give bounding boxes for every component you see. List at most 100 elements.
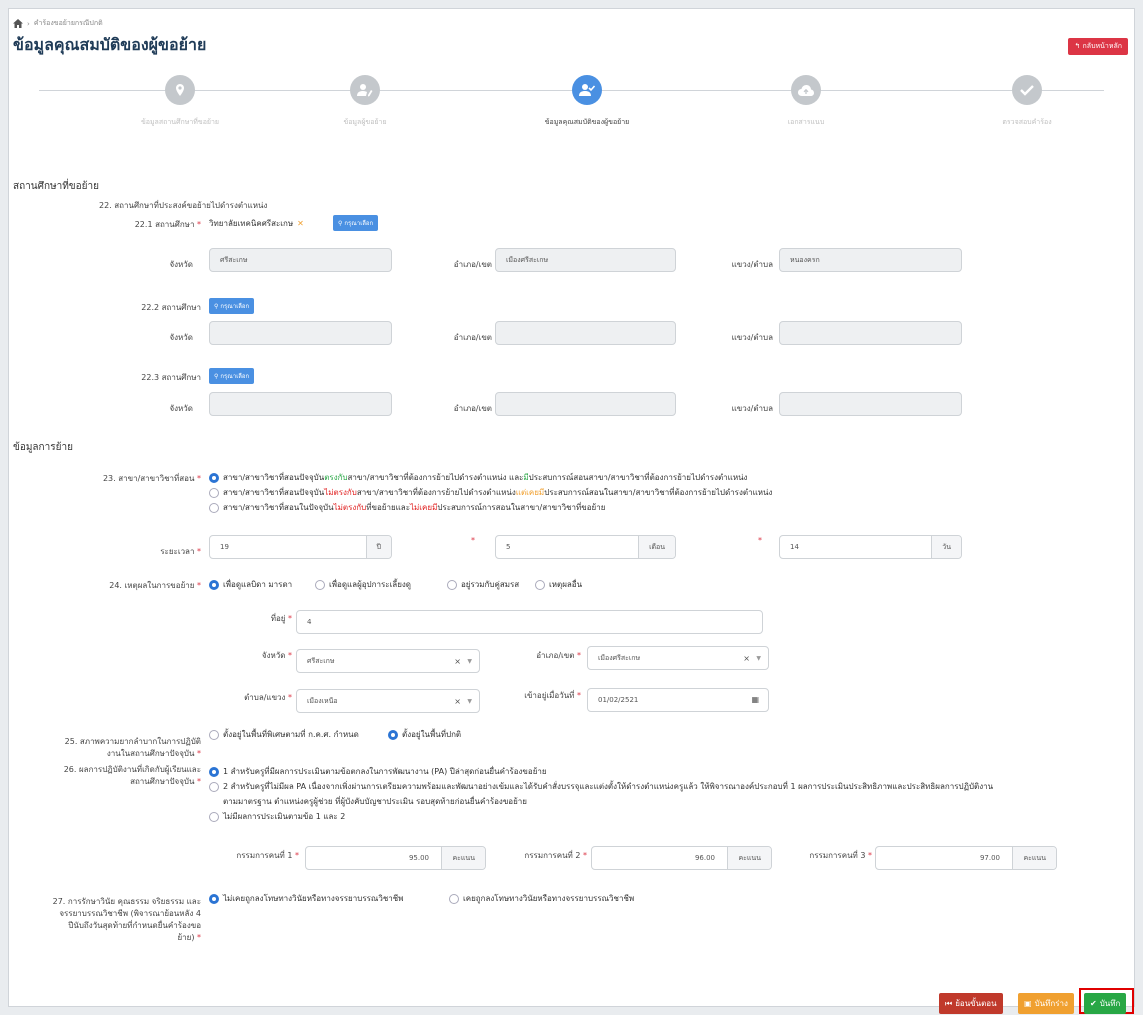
search-icon: ⚲ (214, 372, 219, 380)
breadcrumb-item[interactable]: คำร้องขอย้ายกรณีปกติ (34, 18, 103, 29)
breadcrumb: › คำร้องขอย้ายกรณีปกติ (13, 18, 103, 29)
address-label: ที่อยู่ * (270, 614, 292, 623)
q25-option-normal-area[interactable]: ตั้งอยู่ในพื้นที่ปกติ (388, 728, 461, 741)
q24-option-guardian[interactable]: เพื่อดูแลผู้อุปการะเลี้ยงดู (315, 578, 411, 591)
duration-days-field[interactable]: 14 วัน (779, 535, 962, 559)
judge-3-score-field[interactable]: 97.00 คะแนน (875, 846, 1057, 870)
radio-icon[interactable] (449, 893, 459, 904)
clear-icon[interactable]: × (454, 697, 461, 706)
radio-icon[interactable] (209, 579, 219, 590)
chevron-down-icon[interactable]: ▼ (756, 655, 761, 662)
breadcrumb-separator: › (27, 19, 30, 28)
radio-icon[interactable] (209, 487, 219, 498)
district-select[interactable]: เมืองศรีสะเกษ × ▼ (587, 646, 769, 670)
chevron-down-icon[interactable]: ▼ (467, 658, 472, 665)
section-heading-transfer: ข้อมูลการย้าย (13, 442, 73, 453)
duration-years-field[interactable]: 19 ปี (209, 535, 392, 559)
q27-option-was-punished[interactable]: เคยถูกลงโทษทางวินัยหรือทางจรรยาบรรณวิชาช… (449, 892, 634, 905)
radio-icon[interactable] (209, 472, 219, 483)
school-2-select-button[interactable]: ⚲ กรุณาเลือก (209, 298, 255, 314)
radio-icon[interactable] (388, 729, 398, 740)
radio-icon[interactable] (447, 579, 457, 590)
clear-icon[interactable]: × (454, 657, 461, 666)
radio-icon[interactable] (209, 502, 219, 513)
map-pin-icon (165, 75, 195, 105)
user-edit-icon (350, 75, 380, 105)
chevron-down-icon[interactable]: ▼ (467, 698, 472, 705)
judge-1-label: กรรมการคนที่ 1 * (236, 851, 299, 860)
save-draft-button[interactable]: ▣ บันทึกร่าง (1018, 993, 1074, 1014)
q27-option-never-punished[interactable]: ไม่เคยถูกลงโทษทางวินัยหรือทางจรรยาบรรณวิ… (209, 892, 403, 905)
calendar-icon[interactable]: ▦ (751, 695, 759, 704)
school-2-subdistrict-field (779, 321, 962, 345)
previous-step-button[interactable]: ⏮ ย้อนขั้นตอน (939, 993, 1003, 1014)
user-check-icon (572, 75, 602, 105)
page-title: ข้อมูลคุณสมบัติของผู้ขอย้าย (13, 35, 207, 54)
q22-heading: 22. สถานศึกษาที่ประสงค์ขอย้ายไปดำรงตำแหน… (99, 201, 268, 210)
step-label: ตรวจสอบคำร้อง (1002, 118, 1052, 126)
province-select[interactable]: ศรีสะเกษ × ▼ (296, 649, 480, 673)
school-1-select-button[interactable]: ⚲ กรุณาเลือก (333, 215, 379, 231)
back-arrow-icon: ↰ (1074, 42, 1083, 50)
page-container: › คำร้องขอย้ายกรณีปกติ ข้อมูลคุณสมบัติขอ… (8, 8, 1135, 1014)
school-1-province-field: ศรีสะเกษ (209, 248, 392, 272)
duration-label: ระยะเวลา * (160, 547, 201, 556)
school-1-district-field: เมืองศรีสะเกษ (495, 248, 676, 272)
step-applicant[interactable]: ข้อมูลผู้ขอย้าย (305, 75, 425, 128)
q23-option-2[interactable]: สาขา/สาขาวิชาที่สอนปัจจุบัน ไม่ตรงกับ สาข… (209, 486, 772, 499)
address-field[interactable]: 4 (296, 610, 763, 634)
school-1-subdistrict-field: หนองครก (779, 248, 962, 272)
clear-icon[interactable]: ✕ (297, 219, 304, 228)
q24-option-other[interactable]: เหตุผลอื่น (535, 578, 582, 591)
school-3-select-button[interactable]: ⚲ กรุณาเลือก (209, 368, 255, 384)
duration-months-field[interactable]: 5 เดือน (495, 535, 676, 559)
school-2-label: 22.2 สถานศึกษา (141, 303, 201, 312)
school-3-subdistrict-field (779, 392, 962, 416)
move-in-date-field[interactable]: 01/02/2521 ▦ (587, 688, 769, 712)
cloud-upload-icon (791, 75, 821, 105)
subdistrict-select[interactable]: เมืองเหนือ × ▼ (296, 689, 480, 713)
search-icon: ⚲ (214, 302, 219, 310)
step-back-icon: ⏮ (945, 998, 953, 1008)
radio-icon[interactable] (209, 811, 219, 822)
radio-icon[interactable] (315, 579, 325, 590)
back-to-home-button[interactable]: ↰ กลับหน้าหลัก (1068, 38, 1128, 55)
q23-label: 23. สาขา/สาขาวิชาที่สอน * (102, 474, 201, 483)
q24-option-parents[interactable]: เพื่อดูแลบิดา มารดา (209, 578, 292, 591)
step-review[interactable]: ตรวจสอบคำร้อง (967, 75, 1087, 128)
judge-2-label: กรรมการคนที่ 2 * (524, 851, 587, 860)
move-in-date-label: เข้าอยู่เมื่อวันที่ * (524, 691, 581, 700)
school-1-selected: วิทยาลัยเทคนิคศรีสะเกษ ✕ (209, 217, 308, 230)
radio-icon[interactable] (209, 781, 219, 792)
q26-option-1[interactable]: 1 สำหรับครูที่มีผลการประเมินตามข้อตกลงใน… (209, 765, 547, 778)
step-label: ข้อมูลสถานศึกษาที่ขอย้าย (140, 118, 220, 126)
radio-icon[interactable] (535, 579, 545, 590)
check-icon: ✔ (1090, 999, 1097, 1008)
district-label: อำเภอ/เขต * (536, 651, 581, 660)
district-label: อำเภอ/เขต (453, 260, 492, 269)
save-button[interactable]: ✔ บันทึก (1084, 993, 1127, 1014)
clear-icon[interactable]: × (743, 654, 750, 663)
school-1-label: 22.1 สถานศึกษา * (134, 220, 201, 229)
section-heading-school: สถานศึกษาที่ขอย้าย (13, 181, 99, 192)
q25-option-special-area[interactable]: ตั้งอยู่ในพื้นที่พิเศษตามที่ ก.ค.ศ. กำหน… (209, 728, 359, 741)
judge-2-score-field[interactable]: 96.00 คะแนน (591, 846, 772, 870)
province-label: จังหวัด (169, 260, 193, 269)
q26-option-2[interactable]: 2 สำหรับครูที่ไม่มีผล PA เนื่องจากเพิ่งผ… (209, 780, 993, 793)
judge-3-label: กรรมการคนที่ 3 * (809, 851, 872, 860)
q23-option-1[interactable]: สาขา/สาขาวิชาที่สอนปัจจุบัน ตรงกับ สาขา/ส… (209, 471, 747, 484)
judge-1-score-field[interactable]: 95.00 คะแนน (305, 846, 486, 870)
step-school[interactable]: ข้อมูลสถานศึกษาที่ขอย้าย (120, 75, 240, 128)
q26-option-3[interactable]: ไม่มีผลการประเมินตามข้อ 1 และ 2 (209, 810, 345, 823)
required-marker: * (758, 536, 762, 545)
step-qualifications[interactable]: ข้อมูลคุณสมบัติของผู้ขอย้าย (527, 75, 647, 128)
step-attachments[interactable]: เอกสารแนบ (746, 75, 866, 128)
radio-icon[interactable] (209, 766, 219, 777)
q23-option-3[interactable]: สาขา/สาขาวิชาที่สอนในปัจจุบัน ไม่ตรงกับ ท… (209, 501, 605, 514)
radio-icon[interactable] (209, 893, 219, 904)
save-icon: ▣ (1024, 999, 1032, 1008)
q24-option-spouse[interactable]: อยู่รวมกับคู่สมรส (447, 578, 519, 591)
subdistrict-label: แขวง/ตำบล (731, 404, 773, 413)
home-icon[interactable] (13, 19, 23, 28)
radio-icon[interactable] (209, 729, 219, 740)
